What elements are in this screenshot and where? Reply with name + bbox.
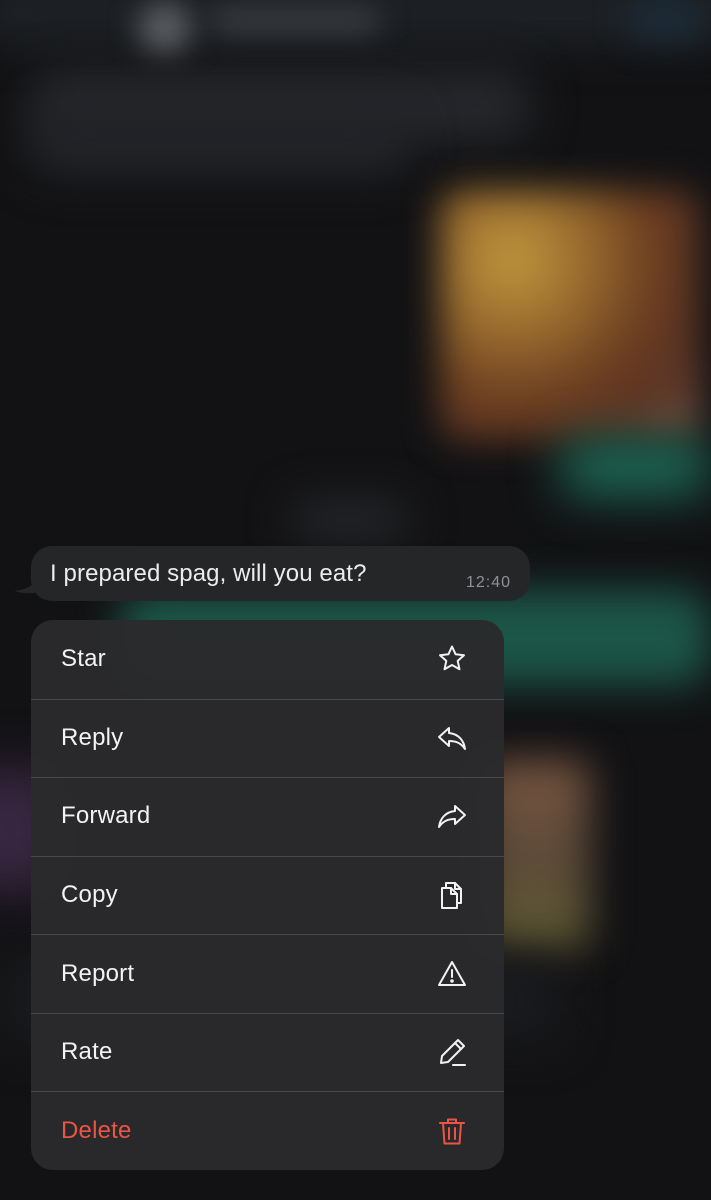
message-context-menu: Star Reply Forward Copy Report Rate Dele… — [31, 620, 504, 1170]
blurred-header-action — [630, 0, 700, 40]
blurred-date-chip — [290, 500, 410, 540]
trash-icon — [436, 1115, 468, 1147]
menu-item-label: Delete — [61, 1116, 132, 1144]
menu-item-copy[interactable]: Copy — [31, 855, 504, 935]
message-bubble[interactable]: I prepared spag, will you eat? 12:40 — [31, 546, 530, 601]
forward-icon — [436, 800, 468, 832]
blurred-avatar — [138, 2, 192, 56]
menu-item-label: Forward — [61, 802, 151, 830]
message-timestamp: 12:40 — [465, 574, 511, 591]
copy-icon — [436, 879, 468, 911]
message-text: I prepared spag, will you eat? — [50, 560, 367, 587]
reply-icon — [436, 722, 468, 754]
menu-item-rate[interactable]: Rate — [31, 1012, 504, 1092]
warning-icon — [436, 958, 468, 990]
blurred-contact-name — [210, 8, 380, 34]
blurred-photo-message — [440, 190, 700, 440]
menu-item-delete[interactable]: Delete — [31, 1091, 504, 1170]
menu-item-label: Reply — [61, 723, 124, 751]
menu-item-label: Star — [61, 645, 106, 673]
menu-item-label: Report — [61, 959, 135, 987]
menu-item-report[interactable]: Report — [31, 934, 504, 1013]
star-icon — [436, 643, 468, 675]
menu-item-label: Copy — [61, 880, 118, 908]
blurred-message — [30, 110, 410, 175]
menu-item-reply[interactable]: Reply — [31, 698, 504, 778]
menu-item-label: Rate — [61, 1038, 113, 1066]
menu-item-forward[interactable]: Forward — [31, 777, 504, 856]
blurred-outgoing-message — [560, 440, 710, 495]
menu-item-star[interactable]: Star — [31, 620, 504, 699]
pencil-icon — [436, 1036, 468, 1068]
